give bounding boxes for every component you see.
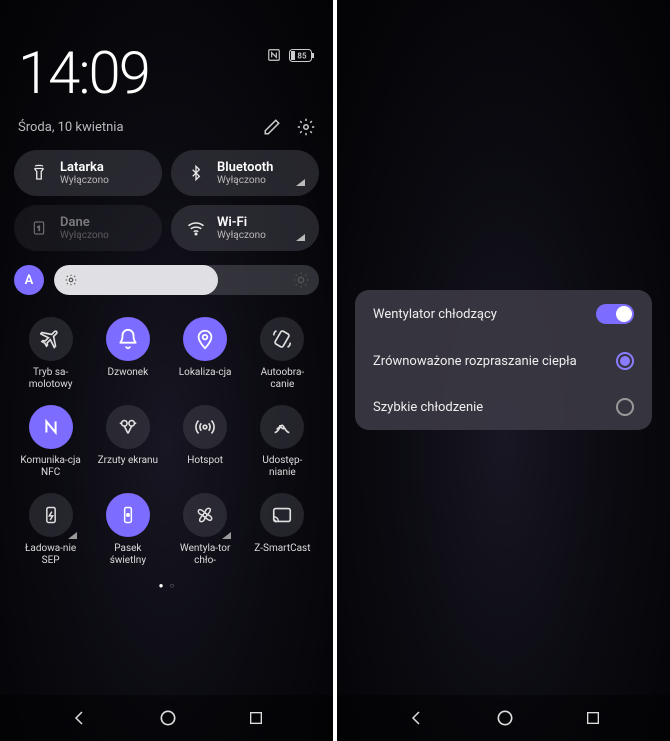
nav-bar bbox=[337, 695, 670, 741]
panel-label: Zrównoważone rozpraszanie ciepła bbox=[373, 354, 577, 369]
svg-text:85: 85 bbox=[297, 51, 307, 60]
tile-label: Dzwonek bbox=[108, 367, 149, 379]
tile-lightbar[interactable]: Pasek świetlny bbox=[91, 487, 164, 573]
pill-title: Latarka bbox=[60, 160, 109, 175]
tile-share[interactable]: Udostęp-nianie bbox=[246, 399, 319, 485]
tile-hotspot[interactable]: Hotspot bbox=[169, 399, 242, 485]
page-indicator: ● ○ bbox=[0, 577, 333, 594]
brightness-low-icon bbox=[64, 273, 78, 287]
radio-fast[interactable] bbox=[616, 398, 634, 416]
pill-sub: Wyłączono bbox=[60, 230, 109, 241]
tile-charging[interactable]: Ładowa-nie SEP bbox=[14, 487, 87, 573]
radio-balanced[interactable] bbox=[616, 352, 634, 370]
tile-fan[interactable]: Wentyla-tor chło- bbox=[169, 487, 242, 573]
tile-label: Komunika-cja NFC bbox=[18, 455, 84, 479]
brightness-row: A bbox=[0, 251, 333, 307]
signal-icon bbox=[296, 179, 305, 186]
nav-back[interactable] bbox=[70, 709, 88, 727]
tile-label: Z-SmartCast bbox=[254, 543, 310, 555]
quick-settings-screen: 14:09 85 Środa, 10 kwietnia bbox=[0, 0, 333, 741]
pill-sub: Wyłączono bbox=[217, 175, 273, 186]
tile-rotate[interactable]: Autoobra-canie bbox=[246, 311, 319, 397]
status-icons: 85 bbox=[267, 48, 315, 62]
tile-label: Ładowa-nie SEP bbox=[18, 543, 84, 567]
tile-sound[interactable]: Dzwonek bbox=[91, 311, 164, 397]
tile-airplane[interactable]: Tryb sa-molotowy bbox=[14, 311, 87, 397]
tile-label: Hotspot bbox=[187, 455, 223, 467]
panel-row-fan-toggle: Wentylator chłodzący bbox=[355, 290, 652, 338]
tile-label: Lokaliza-cja bbox=[179, 367, 232, 379]
pill-wifi[interactable]: Wi-Fi Wyłączono bbox=[171, 205, 319, 251]
pill-sub: Wyłączono bbox=[217, 230, 266, 241]
tile-location[interactable]: Lokaliza-cja bbox=[169, 311, 242, 397]
nav-home[interactable] bbox=[495, 708, 515, 728]
tile-cast[interactable]: Z-SmartCast bbox=[246, 487, 319, 573]
pill-group: Latarka Wyłączono Bluetooth Wyłączono 1 bbox=[0, 150, 333, 251]
clock: 14:09 bbox=[18, 40, 149, 108]
pill-title: Bluetooth bbox=[217, 160, 273, 175]
tile-label: Udostęp-nianie bbox=[249, 455, 315, 479]
nfc-icon bbox=[267, 48, 281, 62]
battery-icon: 85 bbox=[289, 49, 315, 62]
brightness-high-icon bbox=[293, 272, 309, 288]
settings-icon[interactable] bbox=[297, 118, 315, 136]
brightness-slider[interactable] bbox=[54, 265, 319, 295]
settings-panel: Wentylator chłodzący Zrównoważone rozpra… bbox=[355, 290, 652, 430]
edit-icon[interactable] bbox=[263, 118, 281, 136]
tile-nfc[interactable]: Komunika-cja NFC bbox=[14, 399, 87, 485]
tile-screenshot[interactable]: Zrzuty ekranu bbox=[91, 399, 164, 485]
auto-brightness-button[interactable]: A bbox=[14, 265, 44, 295]
dot: ○ bbox=[170, 581, 175, 590]
tile-label: Tryb sa-molotowy bbox=[18, 367, 84, 391]
tile-label: Pasek świetlny bbox=[95, 543, 161, 567]
tile-label: Autoobra-canie bbox=[249, 367, 315, 391]
clock-row: 14:09 85 bbox=[0, 0, 333, 112]
tile-label: Zrzuty ekranu bbox=[98, 455, 158, 467]
wifi-icon bbox=[185, 219, 207, 237]
dot-active: ● bbox=[159, 581, 164, 590]
panel-label: Szybkie chłodzenie bbox=[373, 400, 483, 415]
svg-text:1: 1 bbox=[37, 225, 41, 233]
nav-home[interactable] bbox=[158, 708, 178, 728]
nav-back[interactable] bbox=[407, 709, 425, 727]
panel-row-balanced[interactable]: Zrównoważone rozpraszanie ciepła bbox=[355, 338, 652, 384]
nav-recent[interactable] bbox=[585, 710, 601, 726]
tile-label: Wentyla-tor chło- bbox=[172, 543, 238, 567]
flashlight-icon bbox=[28, 164, 50, 182]
panel-row-fast[interactable]: Szybkie chłodzenie bbox=[355, 384, 652, 430]
fan-toggle[interactable] bbox=[596, 304, 634, 324]
data-icon: 1 bbox=[28, 219, 50, 237]
pill-data[interactable]: 1 Dane Wyłączono bbox=[14, 205, 162, 251]
nav-bar bbox=[0, 695, 333, 741]
bluetooth-icon bbox=[185, 164, 207, 182]
pill-flashlight[interactable]: Latarka Wyłączono bbox=[14, 150, 162, 196]
pill-title: Dane bbox=[60, 215, 109, 230]
nav-recent[interactable] bbox=[248, 710, 264, 726]
pill-bluetooth[interactable]: Bluetooth Wyłączono bbox=[171, 150, 319, 196]
pill-title: Wi-Fi bbox=[217, 215, 266, 230]
date-row: Środa, 10 kwietnia bbox=[0, 112, 333, 150]
fan-settings-screen: Wentylator chłodzący Zrównoważone rozpra… bbox=[337, 0, 670, 741]
signal-icon bbox=[296, 234, 305, 241]
date: Środa, 10 kwietnia bbox=[18, 120, 124, 135]
panel-label: Wentylator chłodzący bbox=[373, 307, 497, 322]
tile-grid: Tryb sa-molotowy Dzwonek Lokaliza-cja Au… bbox=[0, 307, 333, 577]
pill-sub: Wyłączono bbox=[60, 175, 109, 186]
